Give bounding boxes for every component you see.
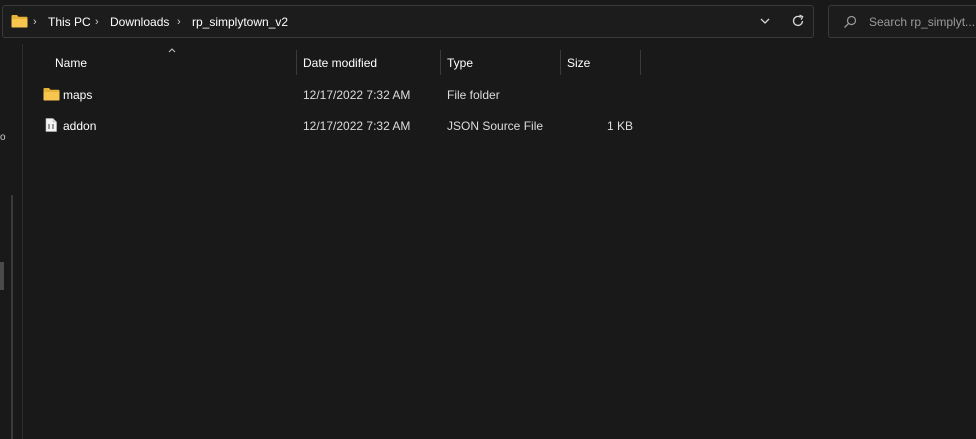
breadcrumb-this-pc[interactable]: This PC [48, 14, 91, 30]
nav-pane-divider [22, 44, 23, 439]
folder-icon [11, 15, 28, 28]
column-header-type[interactable]: Type [447, 56, 473, 70]
nav-pane-scroll-thumb[interactable] [0, 262, 4, 290]
file-size: 1 KB [606, 119, 633, 133]
chevron-down-icon[interactable] [759, 15, 771, 27]
column-divider[interactable] [440, 50, 441, 75]
file-explorer-window: › This PC › Downloads › rp_simplytown_v2… [0, 0, 976, 439]
refresh-icon[interactable] [791, 14, 805, 28]
search-box[interactable]: Search rp_simplyt... [828, 5, 976, 38]
address-bar[interactable]: › This PC › Downloads › rp_simplytown_v2 [2, 5, 814, 38]
sort-ascending-icon [168, 48, 176, 53]
file-date-modified: 12/17/2022 7:32 AM [303, 119, 411, 133]
file-row[interactable]: maps 12/17/2022 7:32 AM File folder [36, 81, 640, 109]
search-icon [844, 15, 857, 28]
folder-icon [43, 88, 60, 101]
column-header-size[interactable]: Size [567, 56, 590, 70]
file-name[interactable]: maps [63, 88, 92, 102]
column-divider[interactable] [296, 50, 297, 75]
file-date-modified: 12/17/2022 7:32 AM [303, 88, 411, 102]
file-type: JSON Source File [447, 119, 544, 133]
breadcrumb-chevron-icon[interactable]: › [95, 15, 99, 29]
column-header-date-modified[interactable]: Date modified [303, 56, 377, 70]
file-row[interactable]: addon 12/17/2022 7:32 AM JSON Source Fil… [36, 112, 640, 140]
breadcrumb-downloads[interactable]: Downloads [110, 14, 169, 30]
column-divider[interactable] [640, 50, 641, 75]
file-type: File folder [447, 88, 500, 102]
column-divider[interactable] [560, 50, 561, 75]
breadcrumb-chevron-icon[interactable]: › [177, 15, 181, 29]
nav-pane-scrollbar[interactable] [11, 195, 13, 439]
breadcrumb-chevron-icon[interactable]: › [33, 15, 37, 29]
column-header-name[interactable]: Name [55, 56, 87, 70]
nav-pane-item-label[interactable]: o [0, 132, 6, 144]
search-input[interactable]: Search rp_simplyt... [869, 14, 975, 30]
file-name[interactable]: addon [63, 119, 96, 133]
breadcrumb-current-folder[interactable]: rp_simplytown_v2 [192, 14, 288, 30]
json-file-icon [45, 118, 57, 132]
